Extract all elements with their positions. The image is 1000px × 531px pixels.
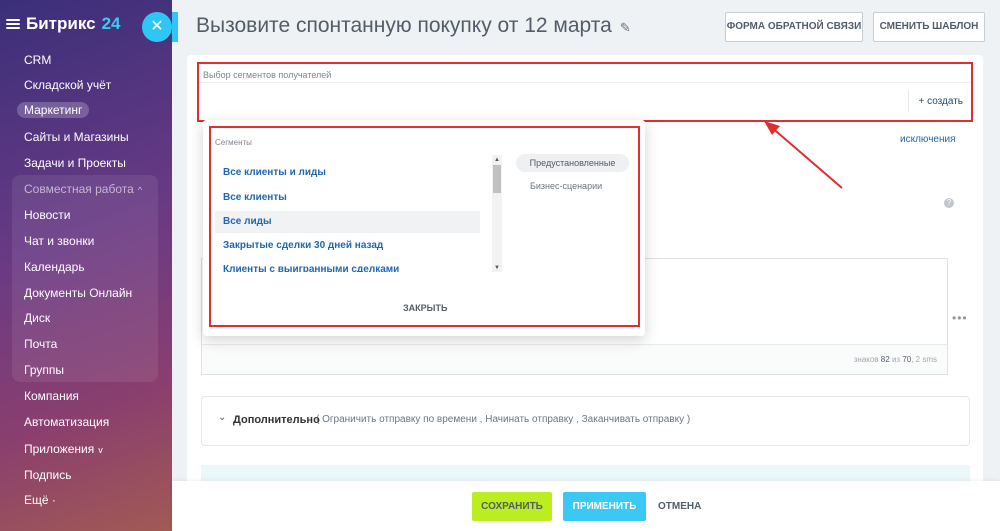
char-count-value: 82	[880, 355, 890, 364]
sidebar-item-apps-label: Приложения	[24, 442, 95, 456]
sidebar-item-company[interactable]: Компания	[24, 388, 79, 404]
page-header: Вызовите спонтанную покупку от 12 марта ✎…	[172, 0, 1000, 55]
segment-item[interactable]: Все лиды	[215, 211, 480, 233]
sidebar-item-collab[interactable]: Совместная работа ^	[24, 181, 142, 197]
char-counter-of: из	[891, 355, 901, 364]
create-segment-button[interactable]: + создать	[908, 90, 963, 112]
sidebar-item-marketing[interactable]: Маркетинг	[17, 102, 90, 118]
sidebar-item-more-label: Ещё	[24, 493, 49, 507]
segment-item[interactable]: Клиенты с выигранными сделками	[215, 259, 480, 272]
sidebar-item-warehouse[interactable]: Складской учёт	[24, 77, 111, 93]
sidebar-item-automation[interactable]: Автоматизация	[24, 414, 109, 430]
sidebar-item-mail[interactable]: Почта	[24, 336, 57, 352]
chevron-down-icon: ⌄	[218, 412, 227, 423]
chevron-down-icon: v	[98, 445, 103, 455]
more-options-icon[interactable]: •••	[952, 311, 968, 325]
save-button[interactable]: СОХРАНИТЬ	[472, 492, 552, 521]
additional-settings-options: ( Ограничить отправку по времени , Начин…	[316, 414, 691, 425]
scroll-thumb[interactable]	[493, 165, 501, 193]
sidebar: Битрикс 24 ✕ CRM Складской учёт Маркетин…	[0, 0, 178, 531]
additional-settings-panel[interactable]: ⌄ Дополнительно ( Ограничить отправку по…	[201, 396, 970, 446]
segments-scrollbar[interactable]: ▲ ▼	[492, 155, 502, 272]
recipient-segments-label: Выбор сегментов получателей	[203, 70, 332, 80]
apply-button[interactable]: ПРИМЕНИТЬ	[563, 492, 646, 521]
segment-item[interactable]: Закрытые сделки 30 дней назад	[215, 235, 480, 257]
more-dot-icon: ·	[51, 493, 56, 507]
chevron-up-icon: ^	[137, 185, 143, 195]
segments-list: Все клиенты и лиды Все клиенты Все лиды …	[215, 154, 492, 272]
sidebar-item-disk[interactable]: Диск	[24, 310, 50, 326]
segment-item[interactable]: Все клиенты	[215, 187, 480, 209]
feedback-form-button[interactable]: ФОРМА ОБРАТНОЙ СВЯЗИ	[725, 12, 863, 42]
page-title: Вызовите спонтанную покупку от 12 марта ✎	[196, 14, 631, 38]
logo[interactable]: Битрикс 24	[6, 12, 121, 36]
menu-icon[interactable]	[6, 19, 20, 29]
recipient-segments-field[interactable]: Выбор сегментов получателей + создать	[197, 62, 973, 122]
logo-number: 24	[101, 14, 121, 33]
sidebar-item-chat[interactable]: Чат и звонки	[24, 233, 94, 249]
scroll-down-icon[interactable]: ▼	[494, 265, 500, 271]
help-icon[interactable]: ?	[944, 198, 954, 208]
exclusions-link[interactable]: исключения	[900, 134, 955, 145]
sidebar-item-calendar[interactable]: Календарь	[24, 259, 85, 275]
category-preset-tab[interactable]: Предустановленные	[516, 154, 629, 172]
page-title-text: Вызовите спонтанную покупку от 12 марта	[196, 14, 612, 37]
segments-popup-title: Сегменты	[215, 138, 252, 147]
additional-settings-title: Дополнительно	[233, 414, 320, 426]
sidebar-item-tasks[interactable]: Задачи и Проекты	[24, 155, 126, 171]
sidebar-item-crm[interactable]: CRM	[24, 52, 51, 68]
sms-count: , 2 sms	[911, 355, 937, 364]
sidebar-item-docs[interactable]: Документы Онлайн	[24, 285, 132, 301]
annotation-arrow-icon	[764, 121, 843, 189]
pencil-icon[interactable]: ✎	[620, 20, 631, 35]
sidebar-item-collab-label: Совместная работа	[24, 182, 134, 196]
segment-item[interactable]: Все клиенты и лиды	[215, 162, 480, 184]
cancel-button[interactable]: ОТМЕНА	[658, 492, 701, 521]
category-business-tab[interactable]: Бизнес-сценарии	[530, 181, 602, 191]
close-slider-button[interactable]: ✕	[142, 12, 178, 42]
sidebar-item-apps[interactable]: Приложения v	[24, 441, 103, 457]
close-icon[interactable]: ✕	[150, 18, 163, 35]
segments-popup: Сегменты Все клиенты и лиды Все клиенты …	[203, 120, 645, 336]
sidebar-item-groups[interactable]: Группы	[24, 362, 64, 378]
divider	[199, 82, 971, 83]
char-counter: знаков 82 из 70, 2 sms	[854, 355, 937, 364]
sidebar-item-signature[interactable]: Подпись	[24, 467, 72, 483]
char-counter-prefix: знаков	[853, 355, 879, 364]
scroll-up-icon[interactable]: ▲	[494, 157, 500, 163]
change-template-button[interactable]: СМЕНИТЬ ШАБЛОН	[873, 12, 985, 42]
logo-text: Битрикс	[26, 14, 96, 33]
popup-close-button[interactable]: ЗАКРЫТЬ	[403, 303, 447, 313]
sidebar-item-more[interactable]: Ещё ·	[24, 492, 56, 508]
sidebar-item-news[interactable]: Новости	[24, 207, 70, 223]
action-bar: СОХРАНИТЬ ПРИМЕНИТЬ ОТМЕНА	[172, 481, 1000, 531]
message-editor-footer: знаков 82 из 70, 2 sms	[202, 344, 947, 374]
char-count-max: 70	[902, 355, 912, 364]
sidebar-item-sites[interactable]: Сайты и Магазины	[24, 129, 129, 145]
